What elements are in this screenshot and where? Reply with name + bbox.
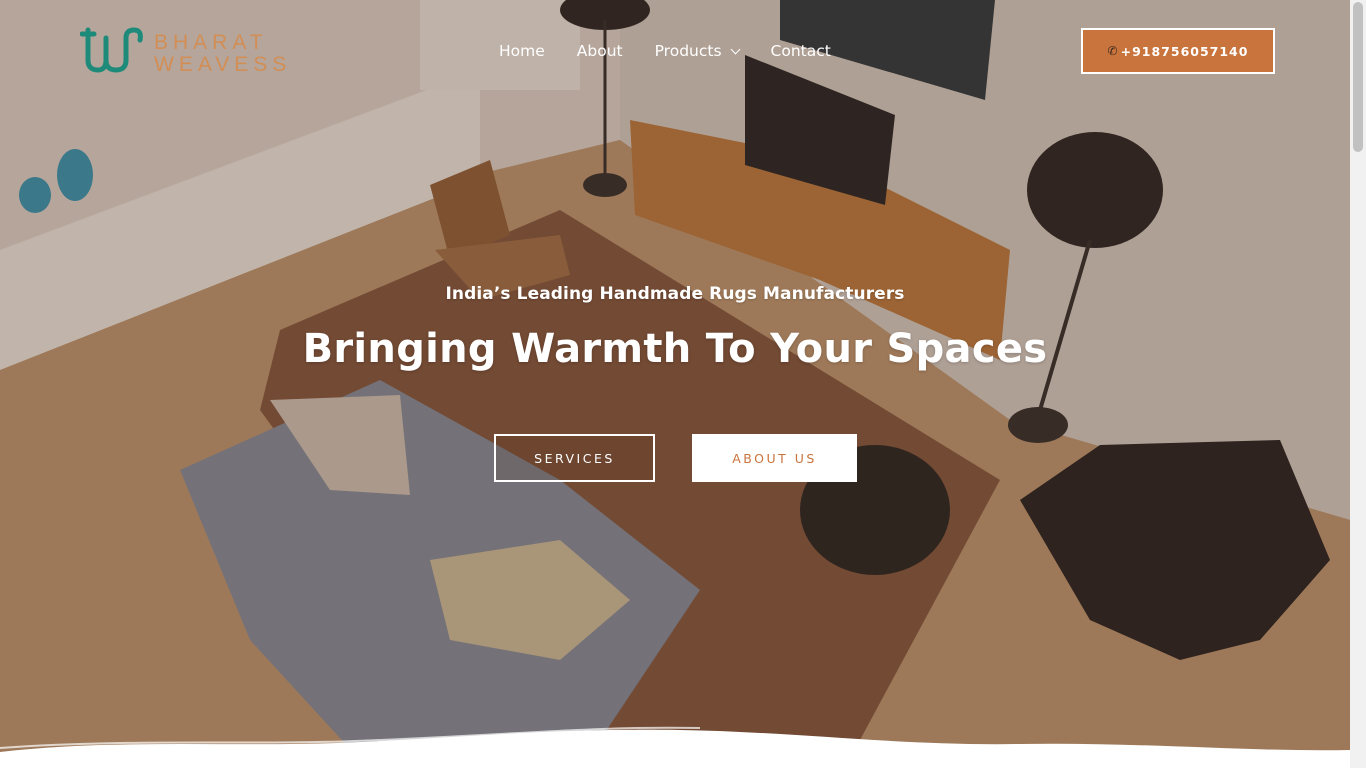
nav-item-contact[interactable]: Contact bbox=[771, 42, 831, 60]
nav-item-home[interactable]: Home bbox=[499, 42, 545, 60]
brand-logo[interactable]: BHARAT WEAVESS bbox=[80, 24, 286, 80]
nav-label-about: About bbox=[576, 42, 623, 60]
chevron-down-icon bbox=[730, 44, 740, 54]
services-button-label: SERVICES bbox=[534, 450, 615, 466]
about-us-button-label: ABOUT US bbox=[732, 450, 817, 466]
page-scrollbar[interactable] bbox=[1350, 0, 1366, 768]
logo-line-2: WEAVESS bbox=[154, 53, 292, 76]
nav-item-about[interactable]: About bbox=[577, 42, 623, 60]
scrollbar-thumb[interactable] bbox=[1353, 2, 1363, 152]
phone-call-button[interactable]: ✆ +918756057140 bbox=[1081, 28, 1275, 74]
logo-text: BHARAT WEAVESS bbox=[154, 32, 291, 76]
main-nav: Home About Products Contact bbox=[499, 39, 863, 63]
logo-mark-icon bbox=[80, 27, 143, 73]
hero-overlay bbox=[0, 0, 1350, 768]
phone-number: +918756057140 bbox=[1120, 43, 1249, 59]
nav-label-contact: Contact bbox=[770, 42, 831, 60]
hero-title: Bringing Warmth To Your Spaces bbox=[302, 326, 1048, 372]
nav-label-products: Products bbox=[654, 42, 722, 60]
services-button[interactable]: SERVICES bbox=[494, 434, 655, 482]
hero-subtitle: India’s Leading Handmade Rugs Manufactur… bbox=[445, 284, 905, 304]
section-divider-wave bbox=[0, 726, 1350, 768]
phone-icon: ✆ bbox=[1107, 44, 1119, 58]
page: BHARAT WEAVESS Home About Products Conta… bbox=[0, 0, 1366, 768]
about-us-button[interactable]: ABOUT US bbox=[692, 434, 857, 482]
logo-line-1: BHARAT bbox=[154, 31, 268, 54]
nav-label-home: Home bbox=[499, 42, 545, 60]
nav-item-products[interactable]: Products bbox=[654, 42, 740, 60]
